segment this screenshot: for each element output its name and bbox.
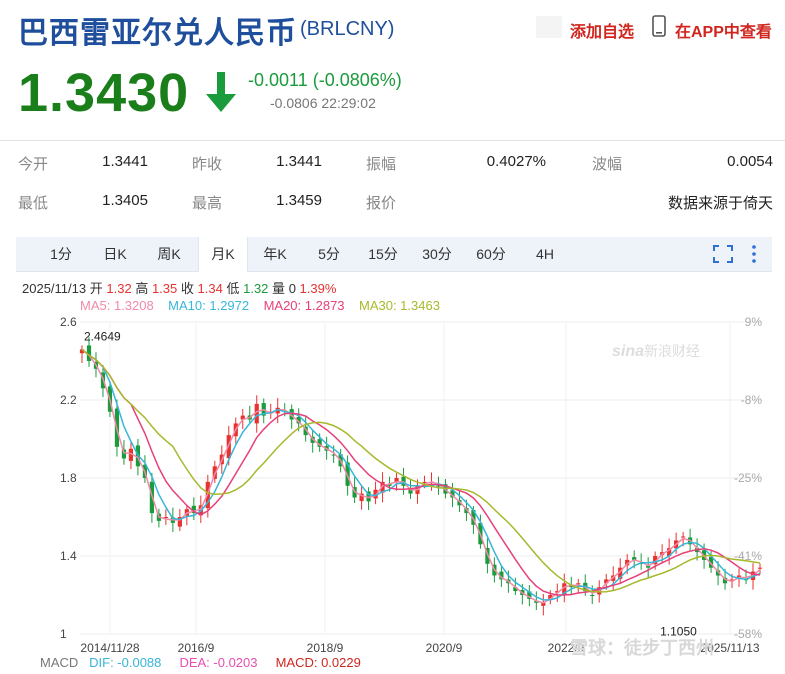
y-tick-label: 1: [60, 627, 67, 641]
candle-body: [576, 583, 581, 585]
x-tick-label: 2018/9: [307, 641, 344, 655]
macd-value: MACD: 0.0229: [275, 655, 361, 670]
macd-dea: DEA: -0.0203: [179, 655, 258, 670]
pct-tick-label: -58%: [734, 627, 762, 641]
candle-body: [681, 536, 686, 538]
xueqiu-watermark: 雪球：徒步丁西州: [570, 637, 714, 658]
pct-tick-label: -8%: [741, 393, 763, 407]
sina-logo: sina: [612, 343, 644, 360]
x-tick-label: 2014/11/28: [80, 641, 139, 655]
pct-tick-label: 9%: [745, 315, 763, 329]
candlestick-chart: 2.62.21.81.419%-8%-25%-41%-58%2014/11/28…: [60, 315, 763, 658]
macd-legend: MACD DIF: -0.0088 DEA: -0.0203 MACD: 0.0…: [40, 655, 361, 670]
y-tick-label: 1.4: [60, 549, 77, 563]
extreme-label: 1.1050: [660, 625, 697, 639]
candle-body: [757, 567, 763, 569]
y-tick-label: 2.2: [60, 393, 77, 407]
sina-logo-text: 新浪财经: [644, 343, 700, 359]
ma10-line: [81, 348, 761, 601]
macd-label: MACD: [40, 655, 79, 670]
x-tick-label: 2020/9: [426, 641, 463, 655]
y-tick-label: 1.8: [60, 471, 77, 485]
y-tick-label: 2.6: [60, 315, 77, 329]
x-tick-label: 2016/9: [178, 641, 215, 655]
macd-dif: DIF: -0.0088: [89, 655, 162, 670]
pct-tick-label: -25%: [734, 471, 762, 485]
extreme-label: 2.4649: [84, 329, 121, 343]
candle-body: [590, 594, 595, 596]
